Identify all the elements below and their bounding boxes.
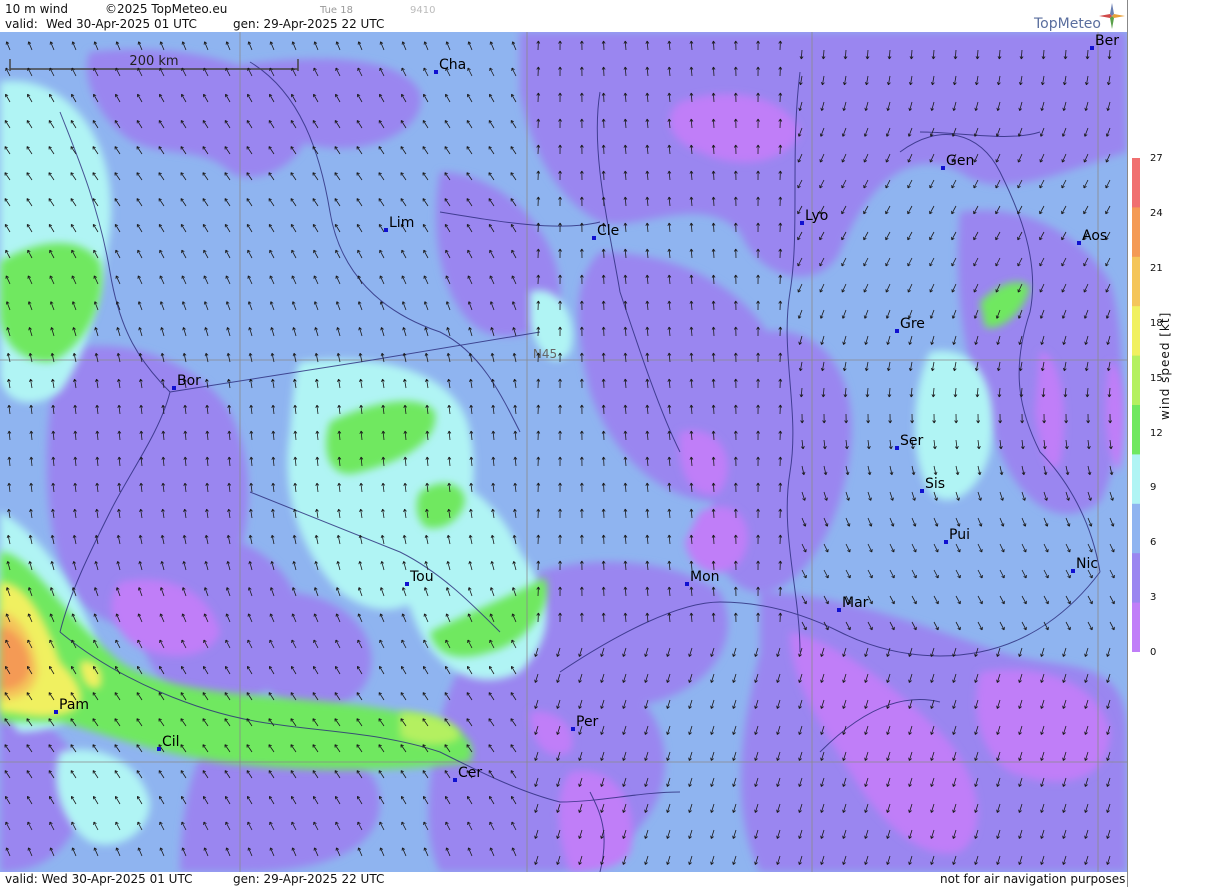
city-marker xyxy=(944,540,948,544)
city-ser: Ser xyxy=(895,433,924,450)
city-label: Aos xyxy=(1082,228,1107,244)
city-label: Gen xyxy=(946,153,974,169)
compass-star-icon xyxy=(1099,3,1125,29)
city-label: Mar xyxy=(842,595,869,611)
map-footer: valid: Wed 30-Apr-2025 01 UTC gen: 29-Ap… xyxy=(0,872,1127,887)
city-nic: Nic xyxy=(1071,556,1098,573)
city-cer: Cer xyxy=(453,765,482,782)
city-lim: Lim xyxy=(384,215,414,232)
color-scale-bar xyxy=(1132,158,1140,652)
city-label: Tou xyxy=(409,569,434,585)
city-mar: Mar xyxy=(837,595,869,612)
wind-field: 200 km N45 Ber Cha Gen Lim Lyo Cle Aos Gre Bor Se… xyxy=(0,32,1127,872)
latitude-label: N45 xyxy=(533,347,557,361)
city-marker xyxy=(941,166,945,170)
city-marker xyxy=(592,236,596,240)
legend-swatch xyxy=(1132,553,1140,604)
city-marker xyxy=(157,747,161,751)
city-label: Cha xyxy=(439,57,466,73)
valid-label: valid: xyxy=(5,17,38,31)
city-marker xyxy=(571,727,575,731)
city-label: Pam xyxy=(59,697,89,713)
city-marker xyxy=(434,70,438,74)
city-gen: Gen xyxy=(941,153,974,170)
city-marker xyxy=(895,329,899,333)
legend-tick-label: 24 xyxy=(1150,207,1163,219)
city-label: Sis xyxy=(925,476,945,492)
city-cle: Cle xyxy=(592,223,619,240)
city-label: Ber xyxy=(1095,33,1119,49)
city-mon: Mon xyxy=(685,569,720,586)
city-gre: Gre xyxy=(895,316,925,333)
city-marker xyxy=(405,582,409,586)
copyright: ©2025 TopMeteo.eu xyxy=(105,2,228,16)
city-marker xyxy=(1077,241,1081,245)
city-label: Cer xyxy=(458,765,482,781)
scale-label: 200 km xyxy=(129,54,178,69)
disclaimer: not for air navigation purposes xyxy=(940,872,1126,886)
city-aos: Aos xyxy=(1077,228,1107,245)
city-ber: Ber xyxy=(1090,33,1119,50)
legend-tick-label: 6 xyxy=(1150,537,1157,549)
city-label: Mon xyxy=(690,569,720,585)
city-marker xyxy=(1071,569,1075,573)
city-cha: Cha xyxy=(434,57,466,74)
city-label: Cil xyxy=(162,734,180,750)
city-marker xyxy=(800,221,804,225)
legend-swatch xyxy=(1132,207,1140,258)
legend-tick-label: 12 xyxy=(1150,427,1163,439)
city-marker xyxy=(384,228,388,232)
legend-tick-label: 9 xyxy=(1150,482,1157,494)
city-per: Per xyxy=(571,714,599,731)
city-label: Per xyxy=(576,714,599,730)
city-marker xyxy=(837,608,841,612)
legend-swatch xyxy=(1132,454,1140,505)
city-label: Gre xyxy=(900,316,925,332)
city-marker xyxy=(1090,46,1094,50)
footer-generated-time: gen: 29-Apr-2025 22 UTC xyxy=(233,872,385,886)
city-label: Pui xyxy=(949,527,970,543)
city-label: Bor xyxy=(177,373,201,389)
legend-swatch xyxy=(1132,256,1140,307)
legend-swatch xyxy=(1132,405,1140,455)
legend-swatch xyxy=(1132,306,1140,357)
city-marker xyxy=(453,778,457,782)
footer-valid-time: valid: Wed 30-Apr-2025 01 UTC xyxy=(5,872,193,886)
legend-swatch xyxy=(1132,503,1140,554)
legend-swatch xyxy=(1132,355,1140,406)
city-label: Ser xyxy=(900,433,924,449)
city-marker xyxy=(172,386,176,390)
wind-map[interactable]: 200 km N45 Ber Cha Gen Lim Lyo Cle Aos Gre Bor Se… xyxy=(0,32,1127,872)
legend-tick-label: 21 xyxy=(1150,262,1163,274)
valid-time: Wed 30-Apr-2025 01 UTC xyxy=(46,17,197,31)
city-label: Lim xyxy=(389,215,414,231)
city-label: Lyo xyxy=(805,208,828,224)
forecast-step: Tue 18 xyxy=(320,5,353,16)
legend-tick-label: 0 xyxy=(1150,647,1157,659)
city-marker xyxy=(685,582,689,586)
legend-title: wind speed [kt] xyxy=(1158,311,1172,420)
city-marker xyxy=(54,710,58,714)
city-label: Nic xyxy=(1076,556,1098,572)
city-marker xyxy=(895,446,899,450)
generated-time: gen: 29-Apr-2025 22 UTC xyxy=(233,17,385,31)
city-label: Cle xyxy=(597,223,619,239)
map-header: 10 m wind ©2025 TopMeteo.eu Tue 18 9410 … xyxy=(0,0,1127,32)
legend-tick-label: 3 xyxy=(1150,592,1157,604)
legend-tick-label: 27 xyxy=(1150,153,1163,164)
city-pam: Pam xyxy=(54,697,89,714)
city-lyo: Lyo xyxy=(800,208,828,225)
city-tou: Tou xyxy=(405,569,434,586)
logo-text: TopMeteo xyxy=(1034,16,1101,32)
product-code: 9410 xyxy=(410,5,436,16)
legend-swatch xyxy=(1132,602,1140,652)
legend-swatch xyxy=(1132,158,1140,208)
city-marker xyxy=(920,489,924,493)
city-bor: Bor xyxy=(172,373,201,390)
legend-panel xyxy=(1127,0,1219,887)
product-title: 10 m wind xyxy=(5,2,68,16)
